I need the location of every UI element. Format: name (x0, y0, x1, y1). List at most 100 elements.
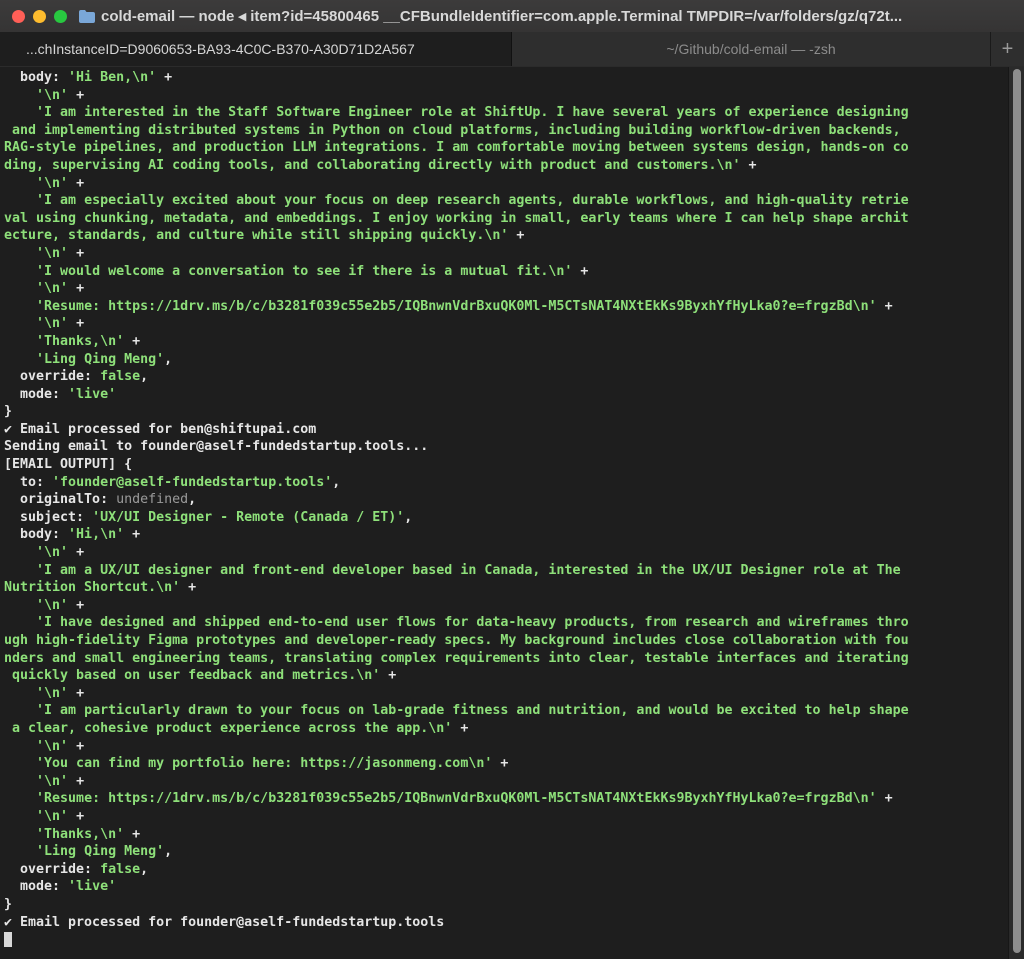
terminal-line: 'I have designed and shipped end-to-end … (4, 614, 1008, 632)
terminal-text: '\n' (36, 738, 69, 754)
terminal-text: } (4, 896, 13, 912)
tab-bar: ...chInstanceID=D9060653-BA93-4C0C-B370-… (0, 32, 1024, 66)
terminal-text: '\n' (36, 545, 69, 561)
terminal-text: subject: (4, 509, 93, 525)
terminal-line: 'Ling Qing Meng', (4, 843, 1008, 861)
terminal-text: 'Resume: https://1drv.ms/b/c/b3281f039c5… (36, 791, 877, 807)
terminal-output[interactable]: body: 'Hi Ben,\n' + '\n' + 'I am interes… (0, 67, 1008, 959)
terminal-line: to: 'founder@aself-fundedstartup.tools', (4, 474, 1008, 492)
terminal-line: '\n' + (4, 87, 1008, 105)
terminal-text: '\n' (36, 281, 69, 297)
scrollbar-thumb[interactable] (1013, 69, 1021, 953)
terminal-text: body: (4, 527, 69, 543)
terminal-text: 'Thanks,\n' (36, 333, 125, 349)
terminal-line: originalTo: undefined, (4, 491, 1008, 509)
terminal-line: 'Thanks,\n' + (4, 826, 1008, 844)
terminal-text: 'You can find my portfolio here: https:/… (36, 756, 493, 772)
terminal-line: '\n' + (4, 597, 1008, 615)
terminal-text: + (68, 245, 85, 261)
terminal-text: override: (4, 861, 101, 877)
terminal-text: and implementing distributed systems in … (4, 122, 901, 138)
terminal-text: 'Ling Qing Meng' (36, 844, 165, 860)
terminal-text: ding, supervising AI coding tools, and c… (4, 157, 741, 173)
tab-node-session[interactable]: ...chInstanceID=D9060653-BA93-4C0C-B370-… (0, 32, 512, 66)
terminal-text: 'I am interested in the Staff Software E… (36, 105, 909, 121)
terminal-line: '\n' + (4, 280, 1008, 298)
minimize-window-button[interactable] (33, 9, 46, 23)
terminal-line: val using chunking, metadata, and embedd… (4, 210, 1008, 228)
terminal-text: 'I am especially excited about your focu… (36, 193, 909, 209)
terminal-text: + (876, 298, 893, 314)
plus-icon[interactable]: + (990, 32, 1024, 66)
terminal-text: + (508, 228, 525, 244)
terminal-line: '\n' + (4, 738, 1008, 756)
terminal-line: 'I would welcome a conversation to see i… (4, 263, 1008, 281)
title-bar: cold-email — node ◂ item?id=45800465 __C… (0, 0, 1024, 32)
terminal-text: 'Resume: https://1drv.ms/b/c/b3281f039c5… (36, 298, 877, 314)
close-window-button[interactable] (12, 9, 25, 23)
terminal-line: ecture, standards, and culture while sti… (4, 227, 1008, 245)
terminal-line: override: false, (4, 368, 1008, 386)
terminal-line: mode: 'live' (4, 878, 1008, 896)
terminal-text: + (68, 281, 85, 297)
terminal-line: '\n' + (4, 808, 1008, 826)
terminal-text: '\n' (36, 316, 69, 332)
terminal-text: '\n' (36, 245, 69, 261)
terminal-text: + (492, 756, 509, 772)
terminal-text: 'UX/UI Designer - Remote (Canada / ET)' (92, 509, 405, 525)
terminal-text: to: (4, 474, 53, 490)
window-title: cold-email — node ◂ item?id=45800465 __C… (101, 8, 903, 25)
terminal-text: + (124, 527, 141, 543)
terminal-text: originalTo: (4, 492, 117, 508)
terminal-line: ugh high-fidelity Figma prototypes and d… (4, 632, 1008, 650)
terminal-text: , (140, 861, 149, 877)
terminal-text: + (68, 597, 85, 613)
terminal-line: quickly based on user feedback and metri… (4, 667, 1008, 685)
terminal-line: 'Ling Qing Meng', (4, 351, 1008, 369)
terminal-line: a clear, cohesive product experience acr… (4, 720, 1008, 738)
terminal-text: 'Thanks,\n' (36, 826, 125, 842)
terminal-line: mode: 'live' (4, 386, 1008, 404)
tab-zsh-session[interactable]: ~/Github/cold-email — -zsh (512, 32, 990, 66)
terminal-text: , (164, 351, 173, 367)
zoom-window-button[interactable] (54, 9, 67, 23)
folder-icon (79, 9, 95, 23)
terminal-line: '\n' + (4, 544, 1008, 562)
terminal-line: '\n' + (4, 245, 1008, 263)
terminal-line: RAG-style pipelines, and production LLM … (4, 139, 1008, 157)
terminal-text: a clear, cohesive product experience acr… (4, 720, 453, 736)
terminal-text: + (68, 738, 85, 754)
terminal-line: 'You can find my portfolio here: https:/… (4, 755, 1008, 773)
terminal-text: + (68, 808, 85, 824)
terminal-text: quickly based on user feedback and metri… (4, 668, 381, 684)
terminal-text: '\n' (36, 773, 69, 789)
terminal-text: + (68, 175, 85, 191)
terminal-line: '\n' + (4, 315, 1008, 333)
terminal-text: false (100, 369, 141, 385)
terminal-text: 'Hi,\n' (68, 527, 125, 543)
terminal-text: override: (4, 369, 101, 385)
terminal-line: '\n' + (4, 685, 1008, 703)
terminal-text: ✔ Email processed for ben@shiftupai.com (4, 421, 317, 437)
terminal-text: '\n' (36, 175, 69, 191)
terminal-scrollbar[interactable] (1008, 67, 1024, 959)
terminal-text: + (68, 545, 85, 561)
terminal-text: '\n' (36, 685, 69, 701)
terminal-line: override: false, (4, 861, 1008, 879)
terminal-text: , (332, 474, 341, 490)
terminal-text: false (100, 861, 141, 877)
terminal-text: + (68, 685, 85, 701)
terminal-line: 'I am a UX/UI designer and front-end dev… (4, 562, 1008, 580)
terminal-text: + (68, 87, 85, 103)
